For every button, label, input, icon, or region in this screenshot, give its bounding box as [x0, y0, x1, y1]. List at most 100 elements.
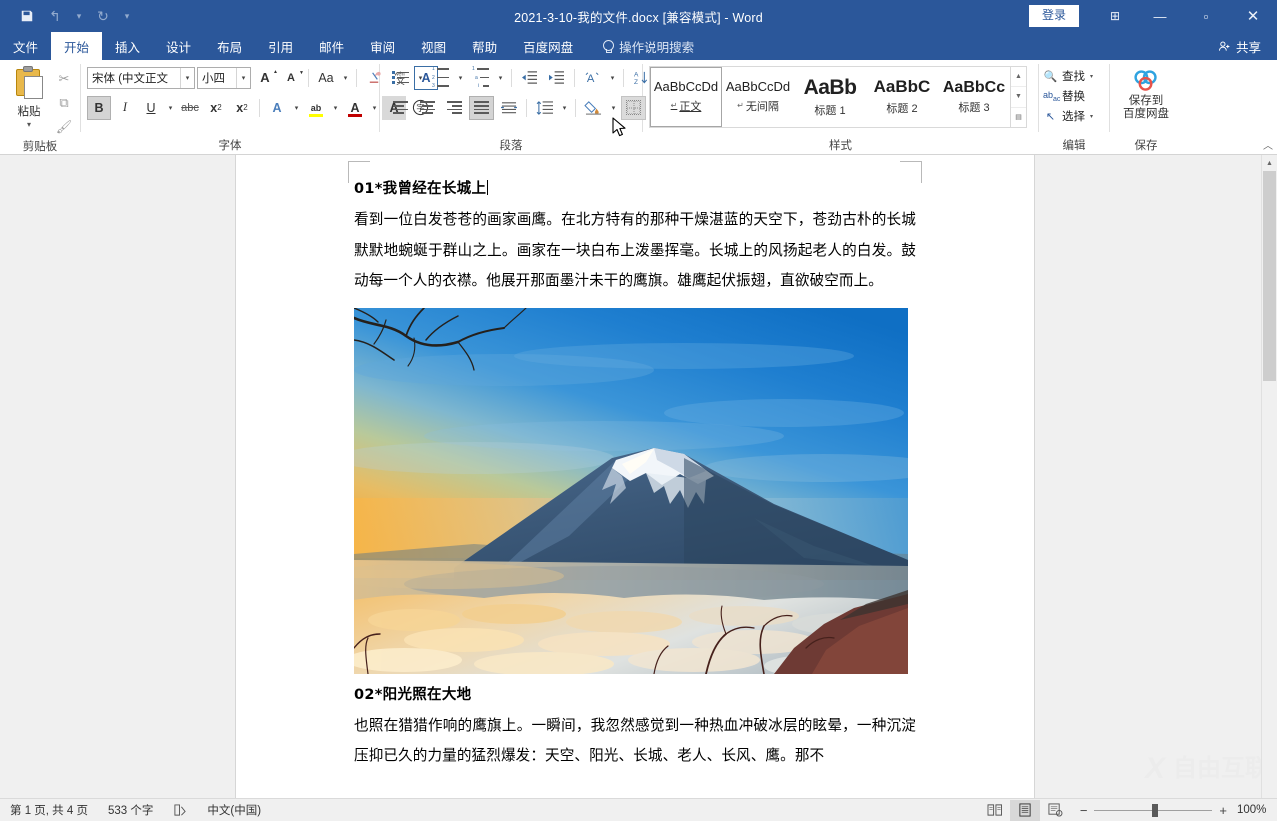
- align-center-button[interactable]: [415, 96, 440, 120]
- strikethrough-button[interactable]: abc: [178, 96, 202, 120]
- styles-gallery-scrollbar[interactable]: ▲ ▼ ▤: [1010, 67, 1026, 127]
- underline-button[interactable]: U: [139, 96, 163, 120]
- align-right-button[interactable]: [442, 96, 467, 120]
- customize-qat-caret-icon[interactable]: ▾: [118, 4, 136, 28]
- web-layout-button[interactable]: [1040, 800, 1070, 821]
- style-item-heading-2[interactable]: AaBbC 标题 2: [866, 67, 938, 127]
- multilevel-list-button[interactable]: 1ai: [468, 66, 493, 90]
- font-name-combo[interactable]: 宋体 (中文正文 ▾: [87, 67, 195, 89]
- decrease-indent-button[interactable]: [517, 66, 542, 90]
- tab-help[interactable]: 帮助: [459, 32, 510, 60]
- text-effects-caret-icon[interactable]: ▾: [291, 104, 302, 112]
- vertical-scrollbar[interactable]: ▲: [1261, 155, 1277, 798]
- underline-caret-icon[interactable]: ▾: [165, 104, 176, 112]
- collapse-ribbon-icon[interactable]: ︿: [1263, 137, 1273, 152]
- tab-insert[interactable]: 插入: [102, 32, 153, 60]
- tell-me-search[interactable]: 操作说明搜索: [586, 32, 706, 60]
- asian-layout-button[interactable]: A: [580, 66, 605, 90]
- bullets-caret-icon[interactable]: ▾: [415, 74, 426, 82]
- zoom-slider-thumb[interactable]: [1152, 804, 1158, 817]
- find-caret-icon[interactable]: ▾: [1090, 73, 1093, 80]
- styles-scroll-up-icon[interactable]: ▲: [1011, 67, 1026, 87]
- save-to-baidu-netdisk-button[interactable]: 保存到 百度网盘: [1112, 66, 1180, 121]
- save-icon[interactable]: [14, 4, 40, 28]
- distributed-button[interactable]: [496, 96, 521, 120]
- style-item-heading-1[interactable]: AaBb 标题 1: [794, 67, 866, 127]
- paste-dropdown-caret-icon[interactable]: ▾: [27, 121, 31, 129]
- tab-mailings[interactable]: 邮件: [306, 32, 357, 60]
- justify-button[interactable]: [469, 96, 494, 120]
- bold-button[interactable]: B: [87, 96, 111, 120]
- close-button[interactable]: ✕: [1229, 0, 1277, 32]
- multilevel-caret-icon[interactable]: ▾: [495, 74, 506, 82]
- numbering-button[interactable]: 123: [428, 66, 453, 90]
- tab-design[interactable]: 设计: [153, 32, 204, 60]
- print-layout-button[interactable]: [1010, 800, 1040, 821]
- select-caret-icon[interactable]: ▾: [1090, 113, 1093, 120]
- scroll-up-icon[interactable]: ▲: [1262, 155, 1277, 171]
- format-painter-icon[interactable]: 🖌: [52, 116, 76, 138]
- numbering-caret-icon[interactable]: ▾: [455, 74, 466, 82]
- styles-scroll-down-icon[interactable]: ▼: [1011, 87, 1026, 107]
- tab-file[interactable]: 文件: [0, 32, 51, 60]
- read-mode-button[interactable]: [980, 800, 1010, 821]
- font-size-combo[interactable]: 小四 ▾: [197, 67, 251, 89]
- italic-button[interactable]: I: [113, 96, 137, 120]
- line-spacing-button[interactable]: [532, 96, 557, 120]
- zoom-in-button[interactable]: +: [1219, 803, 1227, 818]
- maximize-button[interactable]: ▫: [1183, 0, 1229, 32]
- styles-more-icon[interactable]: ▤: [1011, 108, 1026, 127]
- tab-review[interactable]: 审阅: [357, 32, 408, 60]
- paste-button[interactable]: 粘贴 ▾: [6, 64, 52, 129]
- tab-view[interactable]: 视图: [408, 32, 459, 60]
- grow-font-button[interactable]: A: [253, 66, 277, 90]
- sign-in-button[interactable]: 登录: [1029, 5, 1079, 27]
- change-case-button[interactable]: Aa: [314, 66, 338, 90]
- word-count-status[interactable]: 533 个字: [98, 802, 163, 818]
- share-button[interactable]: 共享: [1202, 32, 1277, 60]
- asian-layout-caret-icon[interactable]: ▾: [607, 74, 618, 82]
- shrink-font-button[interactable]: A: [279, 66, 303, 90]
- tab-home[interactable]: 开始: [51, 32, 102, 60]
- style-item-normal[interactable]: AaBbCcDd ↵ 正文: [650, 67, 722, 127]
- style-item-heading-3[interactable]: AaBbCc 标题 3: [938, 67, 1010, 127]
- tab-baidu-netdisk[interactable]: 百度网盘: [510, 32, 586, 60]
- undo-icon[interactable]: ↰: [42, 4, 68, 28]
- document-content[interactable]: 01*我曾经在长城上 看到一位白发苍苍的画家画鹰。在北方特有的那种干燥湛蓝的天空…: [354, 177, 916, 772]
- style-item-no-spacing[interactable]: AaBbCcDd ↵ 无间隔: [722, 67, 794, 127]
- zoom-slider[interactable]: [1094, 810, 1212, 811]
- copy-icon[interactable]: ⧉: [52, 92, 76, 114]
- tab-references[interactable]: 引用: [255, 32, 306, 60]
- cut-icon[interactable]: ✂: [52, 68, 76, 90]
- font-color-button[interactable]: A: [343, 96, 367, 120]
- zoom-out-button[interactable]: −: [1080, 803, 1088, 818]
- shading-button[interactable]: [581, 96, 606, 120]
- shading-caret-icon[interactable]: ▾: [608, 104, 619, 112]
- text-effects-button[interactable]: A: [265, 96, 289, 120]
- tab-layout[interactable]: 布局: [204, 32, 255, 60]
- find-button[interactable]: 🔍 查找 ▾: [1041, 66, 1093, 86]
- proofing-status[interactable]: [163, 804, 197, 817]
- change-case-caret-icon[interactable]: ▾: [340, 74, 351, 82]
- text-highlight-button[interactable]: ab: [304, 96, 328, 120]
- redo-icon[interactable]: ↻: [90, 4, 116, 28]
- language-status[interactable]: 中文(中国): [197, 802, 271, 818]
- highlight-caret-icon[interactable]: ▾: [330, 104, 341, 112]
- line-spacing-caret-icon[interactable]: ▾: [559, 104, 570, 112]
- replace-button[interactable]: abac 替换: [1041, 86, 1085, 106]
- superscript-button[interactable]: x2: [230, 96, 254, 120]
- scrollbar-thumb[interactable]: [1263, 171, 1276, 381]
- bullets-button[interactable]: [388, 66, 413, 90]
- font-size-caret-icon[interactable]: ▾: [236, 68, 250, 88]
- undo-dropdown-caret-icon[interactable]: ▾: [70, 4, 88, 28]
- minimize-button[interactable]: —: [1137, 0, 1183, 32]
- font-name-caret-icon[interactable]: ▾: [180, 68, 194, 88]
- ribbon-display-options-icon[interactable]: ⊞: [1093, 0, 1137, 32]
- document-page[interactable]: 01*我曾经在长城上 看到一位白发苍苍的画家画鹰。在北方特有的那种干燥湛蓝的天空…: [236, 155, 1034, 798]
- select-button[interactable]: ↖ 选择 ▾: [1041, 106, 1093, 126]
- zoom-control[interactable]: − +: [1070, 803, 1237, 818]
- zoom-percentage[interactable]: 100%: [1237, 804, 1277, 816]
- subscript-button[interactable]: x2: [204, 96, 228, 120]
- page-count-status[interactable]: 第 1 页, 共 4 页: [0, 802, 98, 818]
- increase-indent-button[interactable]: [544, 66, 569, 90]
